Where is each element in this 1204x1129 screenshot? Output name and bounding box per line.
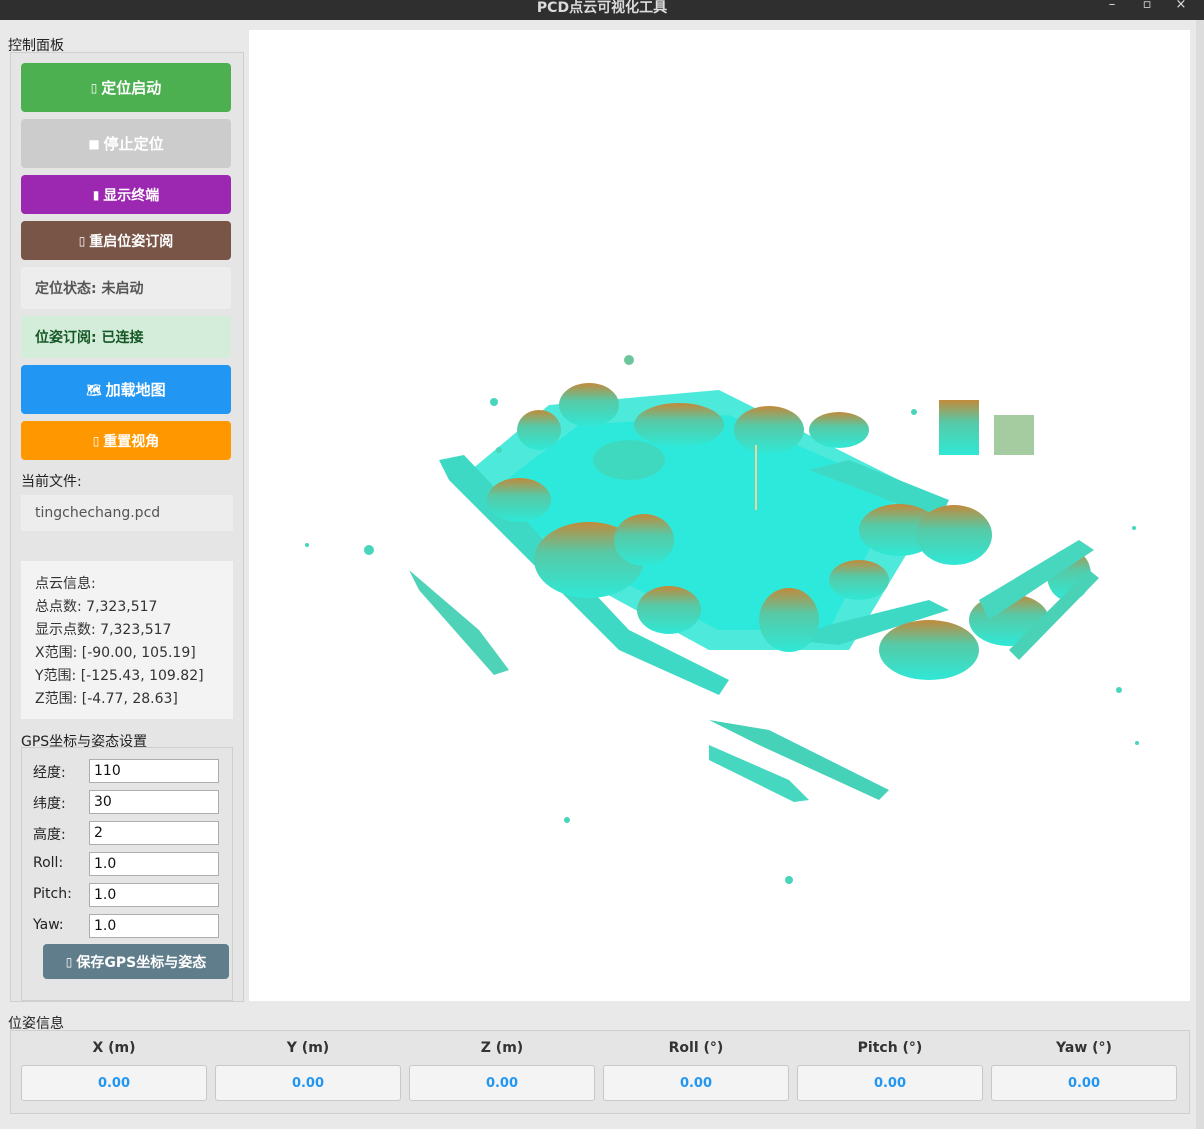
pose-roll-label: Roll (°) [668, 1040, 724, 1056]
restart-pose-subscription-button[interactable]: ▯ 重启位姿订阅 [21, 221, 231, 260]
cloud-info-header: 点云信息: [35, 576, 96, 592]
gps-settings-group: 经度: 纬度: 高度: Roll: Pitch: Yaw: ▯ 保存GPS坐标与… [21, 747, 233, 1001]
roll-input[interactable] [89, 852, 219, 876]
show-terminal-button[interactable]: ▮ 显示终端 [21, 175, 231, 214]
save-icon: ▯ [65, 954, 73, 969]
pose-pitch-value: 0.00 [797, 1065, 983, 1101]
gps-row-longitude: 经度: [33, 759, 223, 783]
pose-z-value: 0.00 [409, 1065, 595, 1101]
pose-y-value: 0.00 [215, 1065, 401, 1101]
save-gps-pose-label: 保存GPS坐标与姿态 [76, 954, 207, 971]
restart-pose-subscription-label: 重启位姿订阅 [89, 233, 174, 250]
longitude-input[interactable] [89, 759, 219, 783]
camera-icon: ▯ [92, 433, 100, 448]
point-cloud-viewport[interactable] [249, 30, 1190, 1001]
pose-col-roll: Roll (°) 0.00 [603, 1031, 789, 1113]
roll-label: Roll: [33, 855, 64, 871]
point-cloud-render [305, 355, 1139, 884]
window-edge [1196, 20, 1204, 1129]
pose-z-label: Z (m) [480, 1040, 524, 1056]
gps-row-pitch: Pitch: [33, 883, 223, 907]
load-map-button[interactable]: 🗺 加载地图 [21, 365, 231, 414]
window-title: PCD点云可视化工具 [536, 0, 668, 16]
pose-x-label: X (m) [92, 1040, 136, 1056]
z-range: Z范围: [-4.77, 28.63] [35, 691, 178, 707]
maximize-icon[interactable]: ▫ [1137, 0, 1157, 18]
pose-subscription-status: 位姿订阅: 已连接 [21, 316, 231, 358]
pose-col-y: Y (m) 0.00 [215, 1031, 401, 1113]
reset-view-label: 重置视角 [103, 433, 160, 450]
title-bar: PCD点云可视化工具 – ▫ × [0, 0, 1204, 20]
latitude-label: 纬度: [33, 796, 66, 812]
reset-view-button[interactable]: ▯ 重置视角 [21, 421, 231, 460]
refresh-icon: ▯ [78, 233, 86, 248]
pitch-input[interactable] [89, 883, 219, 907]
play-icon: ▯ [90, 80, 98, 95]
gps-row-yaw: Yaw: [33, 914, 223, 938]
pose-roll-value: 0.00 [603, 1065, 789, 1101]
close-icon[interactable]: × [1171, 0, 1191, 18]
pose-yaw-label: Yaw (°) [1056, 1040, 1112, 1056]
start-localization-label: 定位启动 [101, 79, 162, 97]
localization-status: 定位状态: 未启动 [21, 267, 231, 309]
x-range: X范围: [-90.00, 105.19] [35, 645, 196, 661]
start-localization-button[interactable]: ▯ 定位启动 [21, 63, 231, 112]
pose-y-label: Y (m) [286, 1040, 330, 1056]
gps-row-roll: Roll: [33, 852, 223, 876]
gps-row-altitude: 高度: [33, 821, 223, 845]
show-terminal-label: 显示终端 [103, 187, 160, 204]
load-map-label: 加载地图 [105, 381, 166, 399]
shown-points: 显示点数: 7,323,517 [35, 622, 172, 638]
yaw-input[interactable] [89, 914, 219, 938]
pose-col-yaw: Yaw (°) 0.00 [991, 1031, 1177, 1113]
y-range: Y范围: [-125.43, 109.82] [35, 668, 204, 684]
altitude-label: 高度: [33, 827, 66, 843]
gps-row-latitude: 纬度: [33, 790, 223, 814]
minimize-icon[interactable]: – [1102, 0, 1122, 18]
pose-yaw-value: 0.00 [991, 1065, 1177, 1101]
pose-x-value: 0.00 [21, 1065, 207, 1101]
control-panel: ▯ 定位启动 ■ 停止定位 ▮ 显示终端 ▯ 重启位姿订阅 定位状态: 未启动 … [10, 52, 244, 1002]
altitude-input[interactable] [89, 821, 219, 845]
total-points: 总点数: 7,323,517 [35, 599, 158, 615]
terminal-icon: ▮ [92, 187, 100, 202]
longitude-label: 经度: [33, 765, 66, 781]
current-file-label: 当前文件: [21, 474, 82, 490]
save-gps-pose-button[interactable]: ▯ 保存GPS坐标与姿态 [43, 944, 229, 979]
current-file-name: tingchechang.pcd [21, 495, 233, 531]
pose-info-group: X (m) 0.00 Y (m) 0.00 Z (m) 0.00 Roll (°… [10, 1030, 1190, 1114]
stop-localization-label: 停止定位 [103, 135, 164, 153]
pitch-label: Pitch: [33, 886, 72, 902]
point-cloud-info: 点云信息: 总点数: 7,323,517 显示点数: 7,323,517 X范围… [21, 561, 233, 719]
pose-col-pitch: Pitch (°) 0.00 [797, 1031, 983, 1113]
pose-pitch-label: Pitch (°) [857, 1040, 923, 1056]
latitude-input[interactable] [89, 790, 219, 814]
pose-col-z: Z (m) 0.00 [409, 1031, 595, 1113]
yaw-label: Yaw: [33, 917, 64, 933]
stop-icon: ■ [88, 136, 100, 151]
map-icon: 🗺 [86, 382, 102, 397]
stop-localization-button[interactable]: ■ 停止定位 [21, 119, 231, 168]
pose-col-x: X (m) 0.00 [21, 1031, 207, 1113]
